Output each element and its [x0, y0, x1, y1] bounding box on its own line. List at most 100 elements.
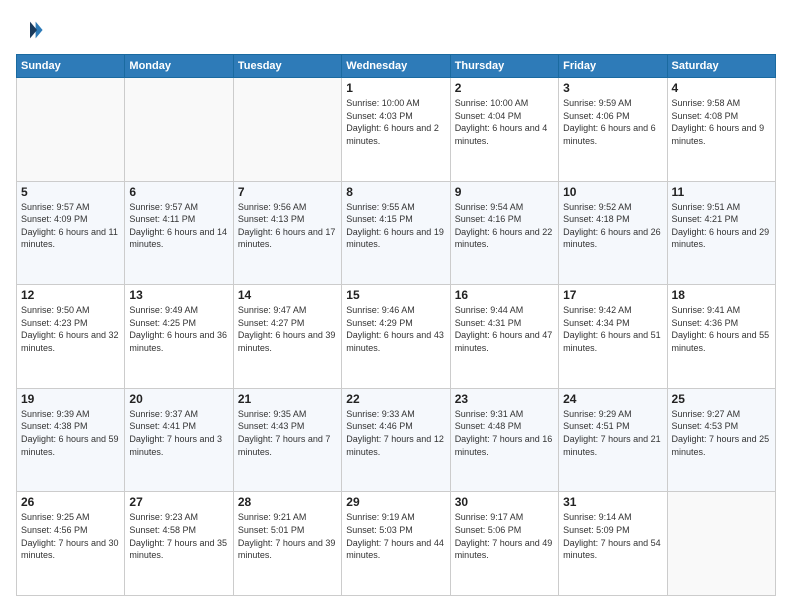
calendar-cell: 15 Sunrise: 9:46 AM Sunset: 4:29 PM Dayli…	[342, 285, 450, 389]
day-info: Sunrise: 9:59 AM Sunset: 4:06 PM Dayligh…	[563, 97, 662, 147]
day-number: 20	[129, 392, 228, 406]
day-number: 27	[129, 495, 228, 509]
week-row-3: 12 Sunrise: 9:50 AM Sunset: 4:23 PM Dayli…	[17, 285, 776, 389]
day-number: 3	[563, 81, 662, 95]
calendar-cell	[17, 78, 125, 182]
day-number: 16	[455, 288, 554, 302]
day-info: Sunrise: 9:54 AM Sunset: 4:16 PM Dayligh…	[455, 201, 554, 251]
day-number: 10	[563, 185, 662, 199]
calendar-cell: 31 Sunrise: 9:14 AM Sunset: 5:09 PM Dayli…	[559, 492, 667, 596]
week-row-1: 1 Sunrise: 10:00 AM Sunset: 4:03 PM Dayli…	[17, 78, 776, 182]
calendar-cell: 9 Sunrise: 9:54 AM Sunset: 4:16 PM Daylig…	[450, 181, 558, 285]
logo-icon	[16, 16, 44, 44]
day-info: Sunrise: 9:17 AM Sunset: 5:06 PM Dayligh…	[455, 511, 554, 561]
day-info: Sunrise: 9:46 AM Sunset: 4:29 PM Dayligh…	[346, 304, 445, 354]
calendar-cell	[233, 78, 341, 182]
header	[16, 16, 776, 44]
day-info: Sunrise: 9:57 AM Sunset: 4:09 PM Dayligh…	[21, 201, 120, 251]
day-number: 15	[346, 288, 445, 302]
calendar-cell: 27 Sunrise: 9:23 AM Sunset: 4:58 PM Dayli…	[125, 492, 233, 596]
calendar-cell: 4 Sunrise: 9:58 AM Sunset: 4:08 PM Daylig…	[667, 78, 775, 182]
day-number: 25	[672, 392, 771, 406]
day-number: 11	[672, 185, 771, 199]
calendar-cell: 23 Sunrise: 9:31 AM Sunset: 4:48 PM Dayli…	[450, 388, 558, 492]
week-row-2: 5 Sunrise: 9:57 AM Sunset: 4:09 PM Daylig…	[17, 181, 776, 285]
weekday-header-tuesday: Tuesday	[233, 55, 341, 78]
week-row-4: 19Sunrise: 9:39 AM Sunset: 4:38 PM Dayli…	[17, 388, 776, 492]
day-info: Sunrise: 9:42 AM Sunset: 4:34 PM Dayligh…	[563, 304, 662, 354]
day-number: 28	[238, 495, 337, 509]
day-number: 9	[455, 185, 554, 199]
day-info: Sunrise: 9:23 AM Sunset: 4:58 PM Dayligh…	[129, 511, 228, 561]
calendar-cell: 28 Sunrise: 9:21 AM Sunset: 5:01 PM Dayli…	[233, 492, 341, 596]
day-number: 4	[672, 81, 771, 95]
day-number: 31	[563, 495, 662, 509]
day-info: Sunrise: 9:33 AM Sunset: 4:46 PM Dayligh…	[346, 408, 445, 458]
day-info: Sunrise: 9:50 AM Sunset: 4:23 PM Dayligh…	[21, 304, 120, 354]
day-info: Sunrise: 9:19 AM Sunset: 5:03 PM Dayligh…	[346, 511, 445, 561]
calendar-cell: 1 Sunrise: 10:00 AM Sunset: 4:03 PM Dayli…	[342, 78, 450, 182]
calendar-cell: 21 Sunrise: 9:35 AM Sunset: 4:43 PM Dayli…	[233, 388, 341, 492]
day-info: Sunrise: 9:55 AM Sunset: 4:15 PM Dayligh…	[346, 201, 445, 251]
day-number: 5	[21, 185, 120, 199]
day-number: 7	[238, 185, 337, 199]
weekday-header-sunday: Sunday	[17, 55, 125, 78]
day-info: Sunrise: 9:47 AM Sunset: 4:27 PM Dayligh…	[238, 304, 337, 354]
calendar-cell: 8Sunrise: 9:55 AM Sunset: 4:15 PM Daylig…	[342, 181, 450, 285]
calendar-cell: 20 Sunrise: 9:37 AM Sunset: 4:41 PM Dayli…	[125, 388, 233, 492]
day-info: Sunrise: 9:44 AM Sunset: 4:31 PM Dayligh…	[455, 304, 554, 354]
calendar-cell: 18Sunrise: 9:41 AM Sunset: 4:36 PM Dayli…	[667, 285, 775, 389]
day-info: Sunrise: 9:52 AM Sunset: 4:18 PM Dayligh…	[563, 201, 662, 251]
week-row-5: 26 Sunrise: 9:25 AM Sunset: 4:56 PM Dayli…	[17, 492, 776, 596]
day-info: Sunrise: 9:51 AM Sunset: 4:21 PM Dayligh…	[672, 201, 771, 251]
calendar-cell: 14 Sunrise: 9:47 AM Sunset: 4:27 PM Dayli…	[233, 285, 341, 389]
calendar-cell	[125, 78, 233, 182]
day-number: 14	[238, 288, 337, 302]
calendar-cell: 2 Sunrise: 10:00 AM Sunset: 4:04 PM Dayli…	[450, 78, 558, 182]
calendar-cell: 30 Sunrise: 9:17 AM Sunset: 5:06 PM Dayli…	[450, 492, 558, 596]
day-info: Sunrise: 9:41 AM Sunset: 4:36 PM Dayligh…	[672, 304, 771, 354]
calendar-cell	[667, 492, 775, 596]
day-info: Sunrise: 10:00 AM Sunset: 4:03 PM Daylig…	[346, 97, 445, 147]
day-number: 24	[563, 392, 662, 406]
weekday-header-friday: Friday	[559, 55, 667, 78]
day-number: 1	[346, 81, 445, 95]
day-number: 12	[21, 288, 120, 302]
day-info: Sunrise: 9:14 AM Sunset: 5:09 PM Dayligh…	[563, 511, 662, 561]
calendar-table: SundayMondayTuesdayWednesdayThursdayFrid…	[16, 54, 776, 596]
day-info: Sunrise: 9:39 AM Sunset: 4:38 PM Dayligh…	[21, 408, 120, 458]
day-number: 21	[238, 392, 337, 406]
weekday-header-wednesday: Wednesday	[342, 55, 450, 78]
calendar-cell: 11 Sunrise: 9:51 AM Sunset: 4:21 PM Dayli…	[667, 181, 775, 285]
calendar-cell: 26 Sunrise: 9:25 AM Sunset: 4:56 PM Dayli…	[17, 492, 125, 596]
calendar-cell: 12 Sunrise: 9:50 AM Sunset: 4:23 PM Dayli…	[17, 285, 125, 389]
day-number: 23	[455, 392, 554, 406]
day-info: Sunrise: 9:57 AM Sunset: 4:11 PM Dayligh…	[129, 201, 228, 251]
calendar-cell: 5 Sunrise: 9:57 AM Sunset: 4:09 PM Daylig…	[17, 181, 125, 285]
day-info: Sunrise: 9:27 AM Sunset: 4:53 PM Dayligh…	[672, 408, 771, 458]
day-info: Sunrise: 9:21 AM Sunset: 5:01 PM Dayligh…	[238, 511, 337, 561]
calendar-cell: 29Sunrise: 9:19 AM Sunset: 5:03 PM Dayli…	[342, 492, 450, 596]
day-info: Sunrise: 9:58 AM Sunset: 4:08 PM Dayligh…	[672, 97, 771, 147]
day-number: 2	[455, 81, 554, 95]
day-info: Sunrise: 9:35 AM Sunset: 4:43 PM Dayligh…	[238, 408, 337, 458]
day-number: 6	[129, 185, 228, 199]
day-info: Sunrise: 9:31 AM Sunset: 4:48 PM Dayligh…	[455, 408, 554, 458]
calendar-cell: 6 Sunrise: 9:57 AM Sunset: 4:11 PM Daylig…	[125, 181, 233, 285]
calendar-cell: 13Sunrise: 9:49 AM Sunset: 4:25 PM Dayli…	[125, 285, 233, 389]
weekday-header-thursday: Thursday	[450, 55, 558, 78]
calendar-cell: 7Sunrise: 9:56 AM Sunset: 4:13 PM Daylig…	[233, 181, 341, 285]
day-number: 22	[346, 392, 445, 406]
calendar-cell: 10 Sunrise: 9:52 AM Sunset: 4:18 PM Dayli…	[559, 181, 667, 285]
day-info: Sunrise: 10:00 AM Sunset: 4:04 PM Daylig…	[455, 97, 554, 147]
day-info: Sunrise: 9:49 AM Sunset: 4:25 PM Dayligh…	[129, 304, 228, 354]
calendar-cell: 19Sunrise: 9:39 AM Sunset: 4:38 PM Dayli…	[17, 388, 125, 492]
weekday-header-saturday: Saturday	[667, 55, 775, 78]
day-info: Sunrise: 9:37 AM Sunset: 4:41 PM Dayligh…	[129, 408, 228, 458]
day-number: 30	[455, 495, 554, 509]
day-info: Sunrise: 9:25 AM Sunset: 4:56 PM Dayligh…	[21, 511, 120, 561]
calendar-cell: 24Sunrise: 9:29 AM Sunset: 4:51 PM Dayli…	[559, 388, 667, 492]
calendar-cell: 16 Sunrise: 9:44 AM Sunset: 4:31 PM Dayli…	[450, 285, 558, 389]
day-number: 26	[21, 495, 120, 509]
calendar-cell: 25 Sunrise: 9:27 AM Sunset: 4:53 PM Dayli…	[667, 388, 775, 492]
